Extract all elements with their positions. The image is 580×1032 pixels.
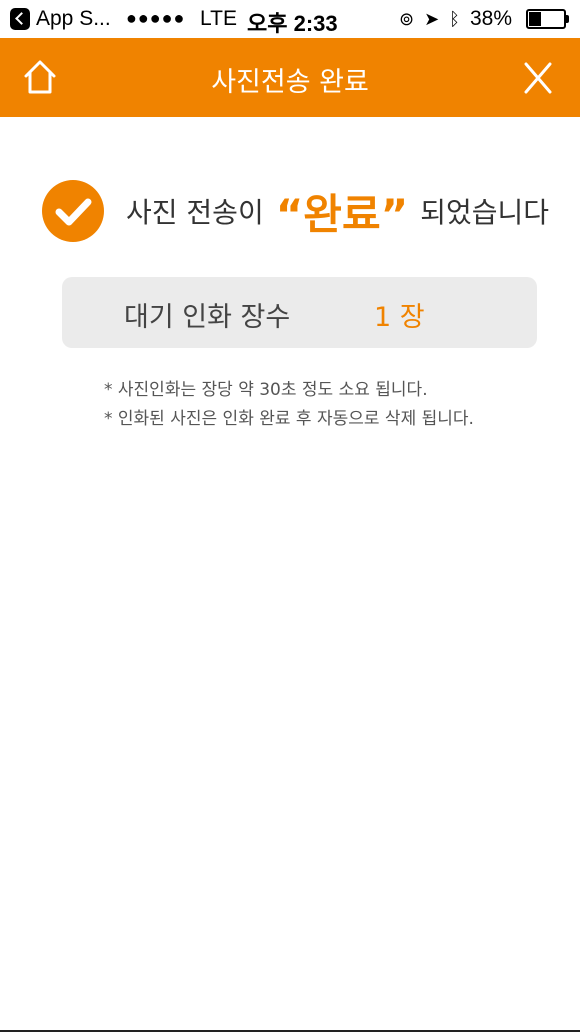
page-title: 사진전송 완료 bbox=[211, 67, 369, 98]
back-app-label: App S... bbox=[36, 7, 111, 30]
battery-percent: 38% bbox=[469, 7, 512, 30]
pending-print-value: 1 장 bbox=[374, 302, 425, 333]
battery-icon bbox=[526, 9, 569, 29]
back-to-app-button[interactable]: App S... bbox=[10, 7, 111, 31]
battery-level-fill bbox=[529, 12, 542, 26]
screen: App S... ●●●●● LTE 오후 2:33 ⊚ ➤ ᛒ 38% 사진전… bbox=[0, 0, 580, 1032]
bluetooth-icon: ᛒ bbox=[449, 8, 460, 29]
notes: * 사진인화는 장당 약 30초 정도 소요 됩니다. * 인화된 사진은 인화… bbox=[104, 376, 474, 434]
completion-highlight: “완료” bbox=[275, 189, 409, 239]
rotation-lock-icon: ⊚ bbox=[398, 8, 415, 29]
close-icon bbox=[524, 62, 552, 94]
completion-message: 사진 전송이 “완료” 되었습니다 bbox=[42, 180, 549, 242]
checkmark-icon bbox=[42, 180, 104, 242]
note-item: * 사진인화는 장당 약 30초 정도 소요 됩니다. bbox=[104, 380, 428, 400]
close-button[interactable] bbox=[520, 60, 556, 96]
signal-strength: ●●●●● bbox=[126, 8, 186, 28]
carrier-label: LTE bbox=[200, 7, 237, 30]
completion-prefix: 사진 전송이 bbox=[126, 196, 264, 229]
note-item: * 인화된 사진은 인화 완료 후 자동으로 삭제 됩니다. bbox=[104, 409, 474, 429]
app-header: 사진전송 완료 bbox=[0, 38, 580, 117]
location-arrow-icon: ➤ bbox=[424, 8, 440, 29]
pending-print-count-box: 대기 인화 장수 1 장 bbox=[62, 277, 537, 348]
status-bar: App S... ●●●●● LTE 오후 2:33 ⊚ ➤ ᛒ 38% bbox=[0, 0, 580, 38]
pending-print-label: 대기 인화 장수 bbox=[124, 302, 291, 333]
completion-text: 사진 전송이 “완료” 되었습니다 bbox=[126, 181, 549, 242]
status-time: 오후 2:33 bbox=[247, 11, 338, 36]
back-arrow-icon bbox=[10, 8, 30, 30]
status-icons: ⊚ ➤ ᛒ 38% bbox=[398, 7, 569, 31]
completion-suffix: 되었습니다 bbox=[420, 196, 550, 229]
